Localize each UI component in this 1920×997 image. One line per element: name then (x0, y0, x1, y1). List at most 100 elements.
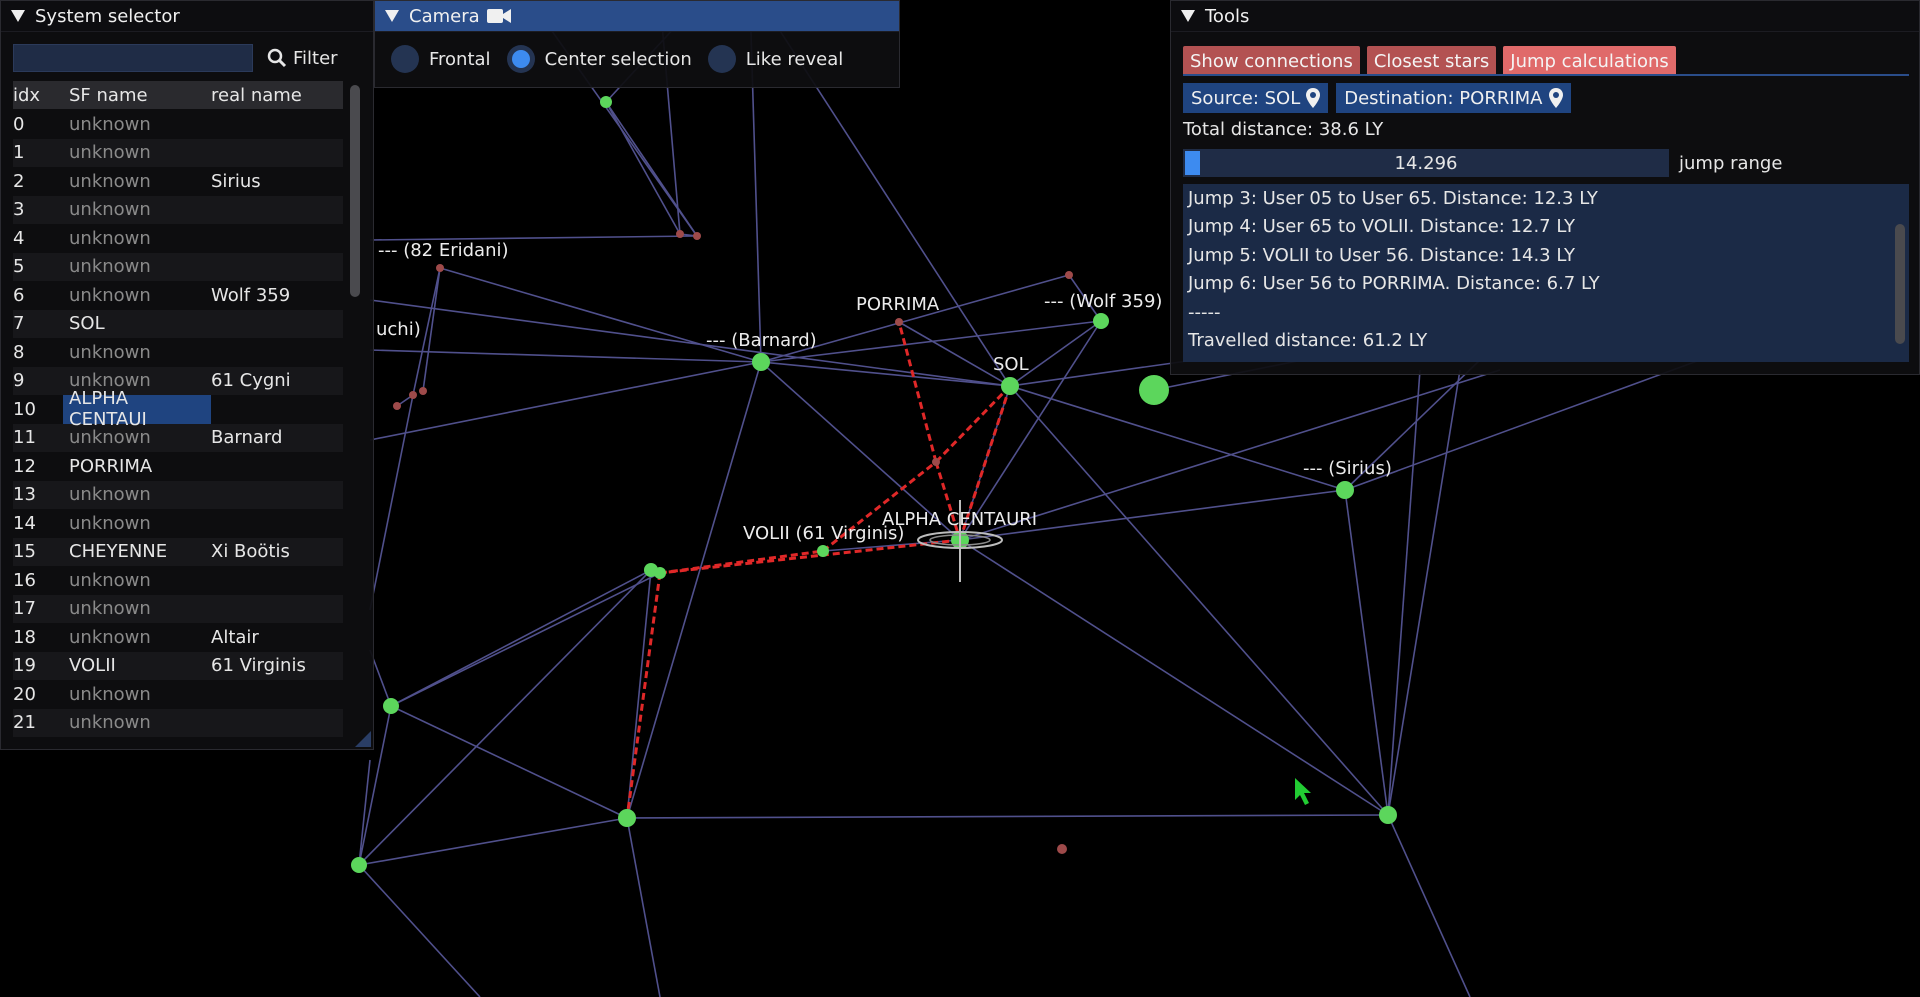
table-row[interactable]: 15 CHEYENNE Xi Boötis (13, 537, 343, 567)
table-row[interactable]: 13 unknown (13, 480, 343, 510)
star-porrima[interactable] (895, 318, 903, 326)
star-minor[interactable] (676, 230, 684, 238)
jump-list-scrollbar[interactable] (1895, 224, 1905, 344)
row-sf-name[interactable]: unknown (63, 196, 211, 225)
radio-circle-frontal[interactable] (391, 45, 419, 73)
table-row[interactable]: 7 SOL (13, 309, 343, 339)
row-sf-name[interactable]: PORRIMA (63, 452, 211, 481)
system-selector-titlebar[interactable]: System selector (1, 1, 373, 32)
table-row[interactable]: 6 unknown Wolf 359 (13, 281, 343, 310)
star[interactable] (351, 857, 367, 873)
table-row[interactable]: 3 unknown (13, 195, 343, 225)
table-row[interactable]: 16 unknown (13, 566, 343, 595)
row-sf-name[interactable]: unknown (63, 595, 211, 624)
star[interactable] (654, 567, 666, 579)
row-sf-name[interactable]: unknown (63, 167, 211, 196)
star-minor[interactable] (693, 232, 701, 240)
table-row[interactable]: 12 PORRIMA (13, 452, 343, 481)
radio-like-reveal[interactable]: Like reveal (707, 45, 843, 73)
star-wolf-359[interactable] (1093, 313, 1109, 329)
radio-center-selection[interactable]: Center selection (506, 45, 692, 73)
star[interactable] (618, 809, 636, 827)
star-barnard[interactable] (752, 353, 770, 371)
filter-button[interactable]: Filter (267, 48, 338, 69)
row-sf-name[interactable]: unknown (63, 253, 211, 282)
system-table-scrollbar[interactable] (350, 85, 360, 297)
table-row[interactable]: 1 unknown (13, 138, 343, 168)
collapse-triangle-icon[interactable] (11, 10, 25, 22)
star-minor[interactable] (419, 387, 427, 395)
label-alpha-centauri[interactable]: ALPHA CENTAURI (882, 509, 1037, 530)
row-sf-name[interactable]: unknown (63, 224, 211, 253)
label-barnard[interactable]: --- (Barnard) (706, 330, 817, 351)
row-sf-name[interactable]: unknown (63, 566, 211, 595)
column-header-idx[interactable]: idx (13, 85, 69, 106)
table-row[interactable]: 17 unknown (13, 594, 343, 624)
table-row[interactable]: 11 unknown Barnard (13, 423, 343, 453)
table-row[interactable]: 20 unknown (13, 680, 343, 709)
row-sf-name[interactable]: unknown (63, 623, 211, 652)
radio-circle-center-selection[interactable] (506, 45, 535, 73)
tab-jump-calculations[interactable]: Jump calculations (1503, 46, 1676, 76)
camera-titlebar[interactable]: Camera (375, 1, 899, 32)
row-sf-name[interactable]: unknown (63, 509, 211, 538)
table-row[interactable]: 2 unknown Sirius (13, 167, 343, 196)
table-row[interactable]: 19 VOLII 61 Virginis (13, 651, 343, 681)
row-sf-name[interactable]: unknown (63, 281, 211, 310)
row-sf-name[interactable]: unknown (63, 680, 211, 709)
star-minor[interactable] (932, 458, 940, 466)
label-sirius[interactable]: --- (Sirius) (1303, 458, 1392, 479)
table-row[interactable]: 5 unknown (13, 252, 343, 282)
row-sf-name[interactable]: unknown (63, 110, 211, 139)
tools-titlebar[interactable]: Tools (1171, 1, 1919, 32)
tab-closest-stars[interactable]: Closest stars (1366, 46, 1497, 76)
table-row[interactable]: 4 unknown (13, 224, 343, 253)
star-minor[interactable] (393, 402, 401, 410)
row-sf-name[interactable]: CHEYENNE (63, 538, 211, 567)
radio-circle-like-reveal[interactable] (707, 45, 736, 73)
table-row[interactable]: 18 unknown Altair (13, 623, 343, 652)
table-row[interactable]: 21 unknown (13, 708, 343, 738)
label-82-eridani[interactable]: --- (82 Eridani) (378, 240, 509, 261)
label-volii[interactable]: VOLII (61 Virginis) (743, 523, 904, 544)
table-row[interactable]: 10 ALPHA CENTAUI (13, 388, 343, 430)
jump-range-slider[interactable]: 14.296 (1183, 149, 1669, 177)
row-sf-name[interactable]: ALPHA CENTAUI (63, 388, 211, 430)
star-minor[interactable] (409, 391, 417, 399)
row-sf-name[interactable]: VOLII (63, 652, 211, 681)
row-sf-name[interactable]: unknown (63, 709, 211, 738)
radio-frontal[interactable]: Frontal (391, 45, 491, 73)
row-sf-name[interactable]: unknown (63, 481, 211, 510)
label-sol[interactable]: SOL (993, 354, 1029, 375)
resize-grip[interactable] (355, 731, 371, 747)
destination-button[interactable]: Destination: PORRIMA (1336, 83, 1571, 113)
row-sf-name[interactable]: unknown (63, 139, 211, 168)
star-sol[interactable] (1001, 377, 1019, 395)
source-button[interactable]: Source: SOL (1183, 83, 1329, 113)
star[interactable] (1379, 806, 1397, 824)
star-minor[interactable] (1065, 271, 1073, 279)
star-volii[interactable] (817, 545, 829, 557)
star[interactable] (383, 698, 399, 714)
star-large[interactable] (1139, 375, 1169, 405)
label-porrima[interactable]: PORRIMA (856, 294, 940, 315)
filter-input[interactable] (13, 44, 253, 72)
column-header-real-name[interactable]: real name (211, 85, 341, 106)
table-row[interactable]: 0 unknown (13, 110, 343, 139)
row-sf-name[interactable]: unknown (63, 424, 211, 453)
label-partial-uchi[interactable]: uchi) (376, 319, 421, 340)
label-wolf-359[interactable]: --- (Wolf 359) (1044, 291, 1162, 312)
row-sf-name[interactable]: SOL (63, 310, 211, 339)
table-row[interactable]: 8 unknown (13, 338, 343, 367)
star-sirius[interactable] (1336, 481, 1354, 499)
star-minor[interactable] (436, 264, 444, 272)
collapse-triangle-icon[interactable] (385, 10, 399, 22)
column-header-sf-name[interactable]: SF name (69, 85, 211, 106)
star-minor[interactable] (1057, 844, 1067, 854)
star[interactable] (600, 96, 612, 108)
collapse-triangle-icon[interactable] (1181, 10, 1195, 22)
tab-show-connections[interactable]: Show connections (1183, 46, 1360, 76)
table-row[interactable]: 14 unknown (13, 509, 343, 538)
jump-list[interactable]: Jump 3: User 05 to User 65. Distance: 12… (1183, 184, 1909, 362)
row-sf-name[interactable]: unknown (63, 338, 211, 367)
